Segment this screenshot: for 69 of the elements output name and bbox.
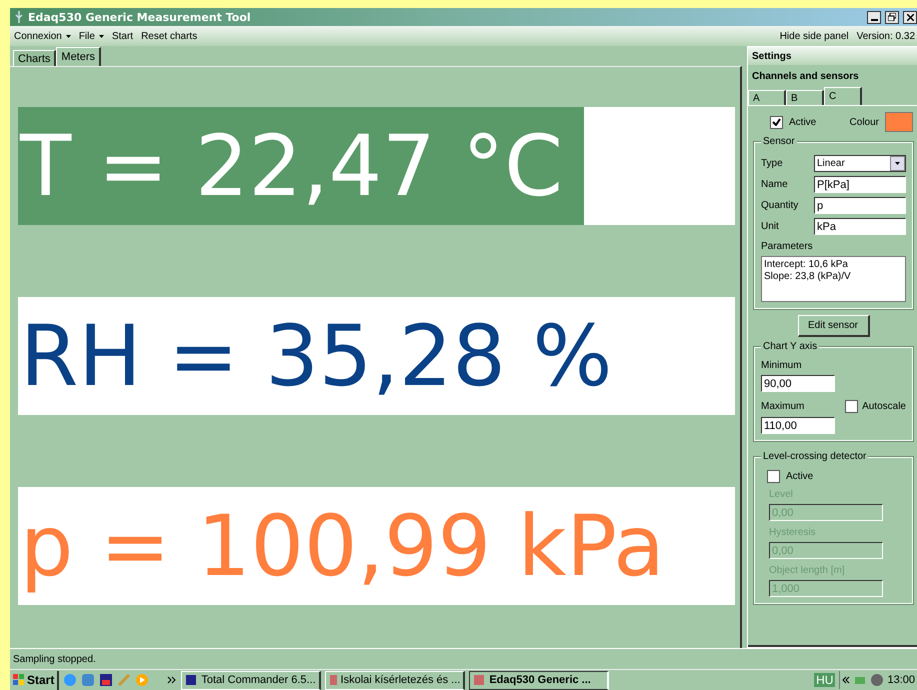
edit-sensor-button[interactable]: Edit sensor [798,315,870,337]
checkbox[interactable] [845,400,858,413]
usb-icon [14,11,24,23]
tab[interactable]: Meters [56,47,102,66]
check-icon [772,118,781,126]
channel-tab[interactable]: A [748,90,786,105]
menu-item[interactable]: Start [112,30,134,42]
field-label: Minimum [761,360,803,371]
chevron-icon[interactable] [842,676,850,684]
group-title: Level-crossing detector [761,451,868,462]
window-icon [185,674,198,686]
menu-item[interactable]: Reset charts [141,30,198,42]
checkbox-label: Autoscale [862,401,906,412]
status-text: Sampling stopped. [13,654,96,664]
tab[interactable]: Charts [13,50,56,66]
minimize-button[interactable] [867,10,881,24]
taskbar-button[interactable]: Iskolai kísérletezés és ... [325,670,466,690]
window-title: Edaq530 Generic Measurement Tool [28,10,252,24]
channel-tab[interactable]: B [786,90,824,105]
meter-reading: RH = 35,28 % [19,307,612,405]
colour-label: Colour [850,116,879,128]
field-label: Object length [m] [768,565,846,576]
window-icon [329,674,337,686]
windows-logo-icon [13,674,25,686]
version-label: Version: 0.32 [856,30,915,42]
parameters-box: Intercept: 10,6 kPa Slope: 23,8 (kPa)/V [761,256,906,302]
checkbox[interactable] [767,470,780,483]
restore-icon [888,13,896,21]
group-title: Sensor [761,136,797,147]
caret-icon [895,162,900,165]
input-field[interactable]: 90,00 [761,375,835,392]
input-field[interactable]: p [814,197,906,214]
panel-title: Settings [752,50,792,62]
type-dropdown[interactable]: Linear [814,155,906,172]
section-title: Channels and sensors [752,70,859,82]
taskbar-button[interactable]: Edaq530 Generic ... [469,670,610,690]
caret-icon [98,34,104,38]
colour-swatch[interactable] [885,112,913,132]
field-label: Type [761,158,784,169]
close-icon [906,14,914,20]
field-label: Quantity [761,200,800,211]
checkbox[interactable] [770,116,783,128]
start-button[interactable]: Start [10,670,60,690]
field-label: Level [768,489,794,500]
floppy-icon[interactable] [99,673,114,687]
field-label: Hysteresis [768,527,817,538]
group-title: Chart Y axis [761,341,820,352]
menu-item[interactable]: File [78,30,104,42]
caret-icon [66,34,71,38]
channel-tab[interactable]: C [824,87,862,105]
taskbar-button[interactable]: Total Commander 6.5... [181,670,322,690]
restore-button[interactable] [885,10,899,24]
hide-panel-link[interactable]: Hide side panel [780,30,849,42]
checkbox-label: Active [789,116,816,128]
field-label: Maximum [761,401,804,412]
chevron-icon[interactable] [167,676,178,684]
field-label: Parameters [761,241,814,252]
input-field[interactable]: 110,00 [761,417,835,434]
field-label: Unit [761,221,780,232]
input-field[interactable]: P[kPa] [814,176,906,193]
window-icon [473,674,486,686]
checkbox-label: Active [786,471,814,482]
field-label: Name [761,179,789,190]
meter-reading: T = 22,47 °C [18,117,563,215]
menu-item[interactable]: Connexion [14,30,71,42]
meter-reading: p = 100,99 kPa [19,497,665,595]
close-button[interactable] [903,10,917,24]
input-field[interactable]: kPa [814,218,906,235]
clock: 13:00 [887,674,915,686]
